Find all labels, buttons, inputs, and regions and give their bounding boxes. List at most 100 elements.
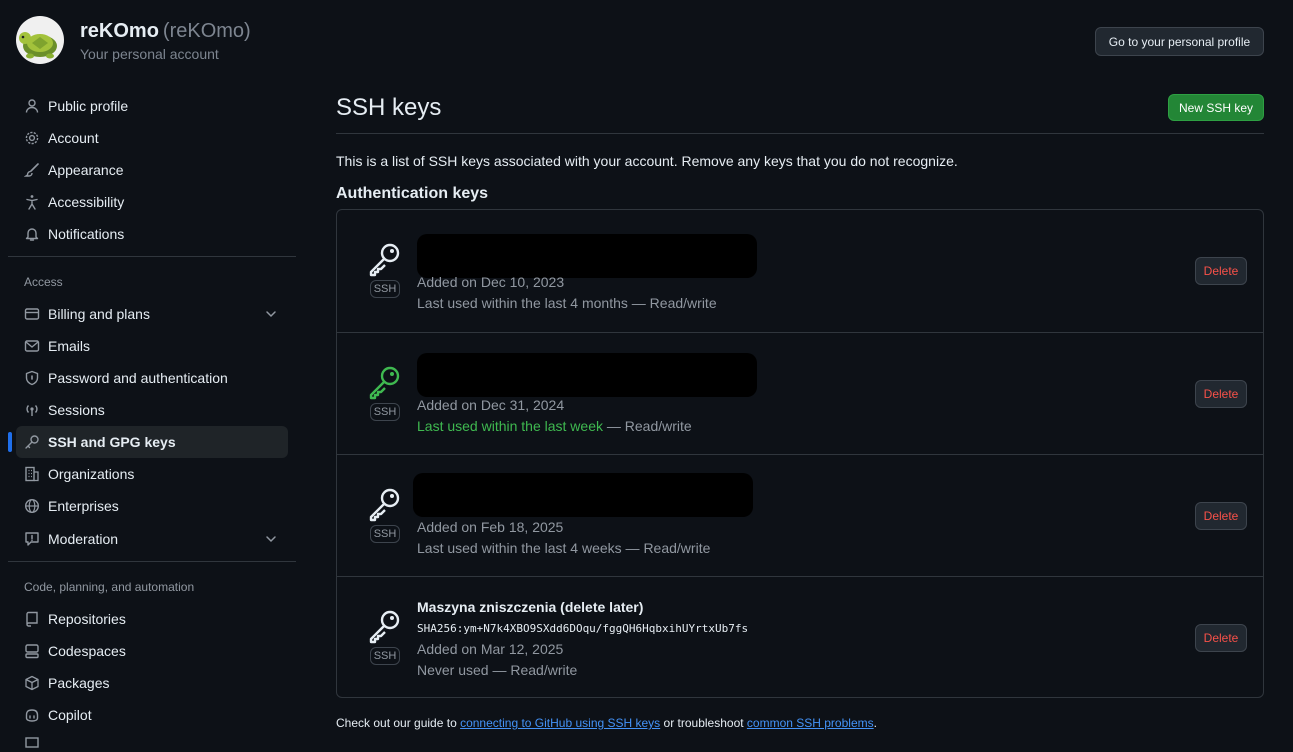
accessibility-icon bbox=[24, 194, 40, 210]
delete-key-button[interactable]: Delete bbox=[1195, 380, 1247, 408]
sidebar-item-label: Packages bbox=[48, 675, 110, 691]
sidebar-item-label: Billing and plans bbox=[48, 306, 150, 322]
avatar[interactable] bbox=[16, 16, 64, 64]
account-subtitle: Your personal account bbox=[80, 46, 219, 62]
footer-suffix: . bbox=[873, 716, 877, 730]
key-icon bbox=[367, 486, 403, 522]
sidebar-item-repositories[interactable]: Repositories bbox=[16, 604, 288, 634]
key-fingerprint: SHA256:ym+N7k4XBO9SXdd6DOqu/fggQH6Hqbxih… bbox=[417, 622, 749, 635]
ssh-troubleshoot-link[interactable]: common SSH problems bbox=[747, 716, 874, 730]
sidebar-item-copilot[interactable]: Copilot bbox=[16, 700, 288, 730]
package-icon bbox=[24, 675, 40, 691]
settings-sidebar: Public profile Account Appearance Access… bbox=[0, 90, 304, 748]
sidebar-item-enterprises[interactable]: Enterprises bbox=[16, 491, 288, 521]
broadcast-icon bbox=[24, 402, 40, 418]
sidebar-item-label: Sessions bbox=[48, 402, 105, 418]
organization-icon bbox=[24, 466, 40, 482]
ssh-keys-list: SSH Added on Dec 10, 2023 Last used with… bbox=[336, 209, 1264, 698]
key-access: — Read/write bbox=[488, 662, 578, 678]
sidebar-item-password-auth[interactable]: Password and authentication bbox=[16, 363, 288, 393]
key-access: — Read/write bbox=[621, 540, 711, 556]
bell-icon bbox=[24, 226, 40, 242]
sidebar-item-codespaces[interactable]: Codespaces bbox=[16, 636, 288, 666]
sidebar-item-label: Password and authentication bbox=[48, 370, 228, 386]
key-added-date: Added on Feb 18, 2025 bbox=[417, 519, 564, 535]
key-added-date: Added on Dec 10, 2023 bbox=[417, 274, 565, 290]
sidebar-item-account[interactable]: Account bbox=[16, 123, 288, 153]
sidebar-item-ssh-gpg-keys[interactable]: SSH and GPG keys bbox=[8, 426, 288, 458]
gear-icon bbox=[24, 130, 40, 146]
turtle-avatar-image bbox=[16, 16, 64, 64]
person-icon bbox=[24, 98, 40, 114]
sidebar-item-label: Repositories bbox=[48, 611, 126, 627]
sidebar-divider bbox=[8, 561, 296, 562]
sidebar-item-packages[interactable]: Packages bbox=[16, 668, 288, 698]
ssh-guide-link[interactable]: connecting to GitHub using SSH keys bbox=[460, 716, 660, 730]
sidebar-item-label: SSH and GPG keys bbox=[48, 434, 176, 450]
codespaces-icon bbox=[24, 643, 40, 659]
sidebar-item-label: Moderation bbox=[48, 531, 119, 547]
key-icon bbox=[367, 241, 403, 277]
sidebar-item-sessions[interactable]: Sessions bbox=[16, 395, 288, 425]
delete-key-button[interactable]: Delete bbox=[1195, 502, 1247, 530]
sidebar-item-organizations[interactable]: Organizations bbox=[16, 459, 288, 489]
sidebar-item-label: Notifications bbox=[48, 226, 125, 242]
key-last-used: Last used within the last 4 months — Rea… bbox=[417, 295, 717, 311]
account-login: (reKOmo) bbox=[162, 20, 251, 42]
key-icon bbox=[24, 434, 40, 450]
key-title: Maszyna zniszczenia (delete later) bbox=[417, 599, 644, 615]
footer-middle: or troubleshoot bbox=[660, 716, 747, 730]
sidebar-item-label: Appearance bbox=[48, 162, 124, 178]
page-title: SSH keys bbox=[336, 94, 442, 121]
key-icon bbox=[367, 364, 403, 400]
redacted-key-title bbox=[417, 353, 757, 397]
delete-key-button[interactable]: Delete bbox=[1195, 624, 1247, 652]
key-added-date: Added on Dec 31, 2024 bbox=[417, 397, 565, 413]
new-ssh-key-button[interactable]: New SSH key bbox=[1168, 94, 1264, 121]
sidebar-item-billing[interactable]: Billing and plans bbox=[16, 299, 288, 329]
footer-prefix: Check out our guide to bbox=[336, 716, 461, 730]
sidebar-item-label: Enterprises bbox=[48, 498, 119, 514]
key-last-used-text: Last used within the last 4 months bbox=[417, 295, 628, 311]
sidebar-item-accessibility[interactable]: Accessibility bbox=[16, 187, 288, 217]
repo-icon bbox=[24, 611, 40, 627]
sidebar-item-notifications[interactable]: Notifications bbox=[16, 219, 288, 249]
ssh-badge: SSH bbox=[370, 403, 400, 421]
sidebar-item-moderation[interactable]: Moderation bbox=[16, 524, 288, 554]
key-last-used: Never used — Read/write bbox=[417, 662, 577, 678]
account-display-name: reKOmo bbox=[80, 20, 159, 42]
globe-icon bbox=[24, 498, 40, 514]
sidebar-item-public-profile[interactable]: Public profile bbox=[16, 91, 288, 121]
key-last-used: Last used within the last 4 weeks — Read… bbox=[417, 540, 710, 556]
title-divider bbox=[336, 133, 1264, 134]
redacted-key-title bbox=[413, 473, 753, 517]
ssh-key-row: SSH Added on Dec 10, 2023 Last used with… bbox=[337, 210, 1263, 332]
key-icon bbox=[367, 608, 403, 644]
ssh-badge: SSH bbox=[370, 525, 400, 543]
account-name: reKOmo (reKOmo) bbox=[80, 20, 251, 43]
ssh-key-row: SSH Added on Feb 18, 2025 Last used with… bbox=[337, 454, 1263, 577]
ssh-key-row: SSH Maszyna zniszczenia (delete later) S… bbox=[337, 576, 1263, 699]
sidebar-section-access: Access bbox=[24, 275, 63, 289]
sidebar-divider bbox=[8, 256, 296, 257]
sidebar-item-label: Copilot bbox=[48, 707, 92, 723]
delete-key-button[interactable]: Delete bbox=[1195, 257, 1247, 285]
key-access: — Read/write bbox=[603, 418, 692, 434]
redacted-key-title bbox=[417, 234, 757, 278]
key-last-used-text: Last used within the last week bbox=[417, 418, 603, 434]
chevron-down-icon[interactable] bbox=[264, 307, 278, 321]
sidebar-item-label: Emails bbox=[48, 338, 91, 354]
mail-icon bbox=[24, 338, 40, 354]
key-added-date: Added on Mar 12, 2025 bbox=[417, 641, 564, 657]
intro-text: This is a list of SSH keys associated wi… bbox=[336, 153, 958, 169]
sidebar-item-cutoff[interactable] bbox=[16, 732, 288, 752]
chevron-down-icon[interactable] bbox=[264, 532, 278, 546]
main-content: SSH keys New SSH key This is a list of S… bbox=[336, 0, 1264, 744]
sidebar-item-label: Organizations bbox=[48, 466, 135, 482]
sidebar-item-label: Account bbox=[48, 130, 99, 146]
ssh-badge: SSH bbox=[370, 647, 400, 665]
sidebar-item-appearance[interactable]: Appearance bbox=[16, 155, 288, 185]
sidebar-item-emails[interactable]: Emails bbox=[16, 331, 288, 361]
key-last-used: Last used within the last week — Read/wr… bbox=[417, 418, 692, 434]
key-last-used-text: Last used within the last 4 weeks bbox=[417, 540, 622, 556]
